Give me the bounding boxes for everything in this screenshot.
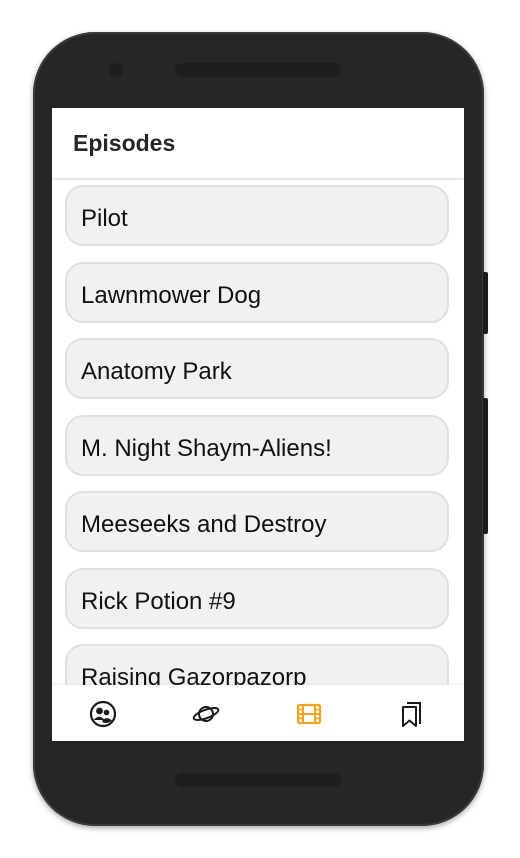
bottom-navigation — [52, 685, 464, 741]
episode-title: Pilot — [81, 205, 128, 232]
volume-button — [483, 398, 488, 534]
episode-card[interactable]: M. Night Shaym-Aliens! — [65, 415, 449, 476]
episode-card[interactable]: Raising Gazorpazorp — [65, 644, 449, 685]
episode-title: Rick Potion #9 — [81, 588, 236, 615]
bookmarks-icon — [402, 702, 421, 727]
earpiece-speaker — [175, 63, 341, 77]
nav-episodes-tab[interactable] — [294, 699, 324, 729]
characters-icon — [89, 700, 117, 728]
film-icon — [296, 703, 322, 725]
power-button — [483, 272, 488, 334]
nav-planets-tab[interactable] — [191, 699, 221, 729]
planet-icon — [192, 706, 220, 722]
front-camera — [109, 63, 123, 77]
episode-card[interactable]: Pilot — [65, 185, 449, 246]
nav-bookmarks-tab[interactable] — [397, 699, 427, 729]
app-screen: Episodes Pilot Lawnmower Dog Anatomy Par… — [52, 108, 464, 741]
episode-title: Lawnmower Dog — [81, 282, 262, 309]
episode-title: Raising Gazorpazorp — [81, 664, 307, 685]
app-bar: Episodes — [52, 108, 464, 178]
episode-card[interactable]: Lawnmower Dog — [65, 262, 449, 323]
page-title: Episodes — [73, 130, 176, 156]
bottom-speaker — [175, 773, 341, 787]
episode-title: M. Night Shaym-Aliens! — [81, 435, 332, 462]
episode-title: Anatomy Park — [81, 358, 232, 385]
episode-list[interactable]: Pilot Lawnmower Dog Anatomy Park M. Nigh… — [52, 178, 464, 685]
episode-title: Meeseeks and Destroy — [81, 511, 327, 538]
episode-card[interactable]: Rick Potion #9 — [65, 568, 449, 629]
nav-characters-tab[interactable] — [88, 699, 118, 729]
episode-card[interactable]: Anatomy Park — [65, 338, 449, 399]
episode-card[interactable]: Meeseeks and Destroy — [65, 491, 449, 552]
